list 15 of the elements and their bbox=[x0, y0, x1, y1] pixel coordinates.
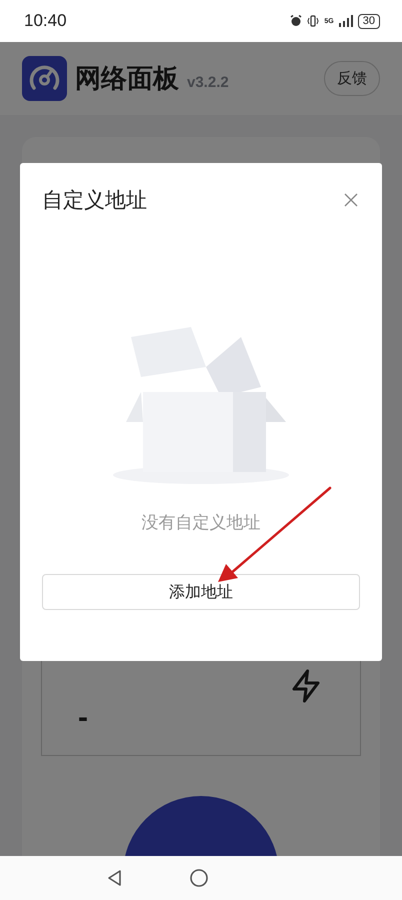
app-title: 网络面板 bbox=[75, 62, 179, 95]
dialog-title: 自定义地址 bbox=[42, 188, 147, 214]
version-label: v3.2.2 bbox=[187, 74, 229, 91]
add-address-button[interactable]: 添加地址 bbox=[42, 574, 360, 610]
close-icon[interactable] bbox=[344, 193, 358, 207]
battery-level: 30 bbox=[358, 14, 380, 28]
speedometer-icon bbox=[22, 56, 67, 101]
home-icon[interactable] bbox=[189, 868, 209, 888]
result-value: - bbox=[78, 701, 88, 735]
signal-icon bbox=[338, 15, 353, 27]
vibrate-icon bbox=[307, 15, 320, 27]
feedback-button[interactable]: 反馈 bbox=[324, 61, 380, 96]
alarm-icon bbox=[290, 15, 302, 27]
status-time: 10:40 bbox=[24, 11, 67, 31]
empty-message: 没有自定义地址 bbox=[140, 512, 262, 534]
